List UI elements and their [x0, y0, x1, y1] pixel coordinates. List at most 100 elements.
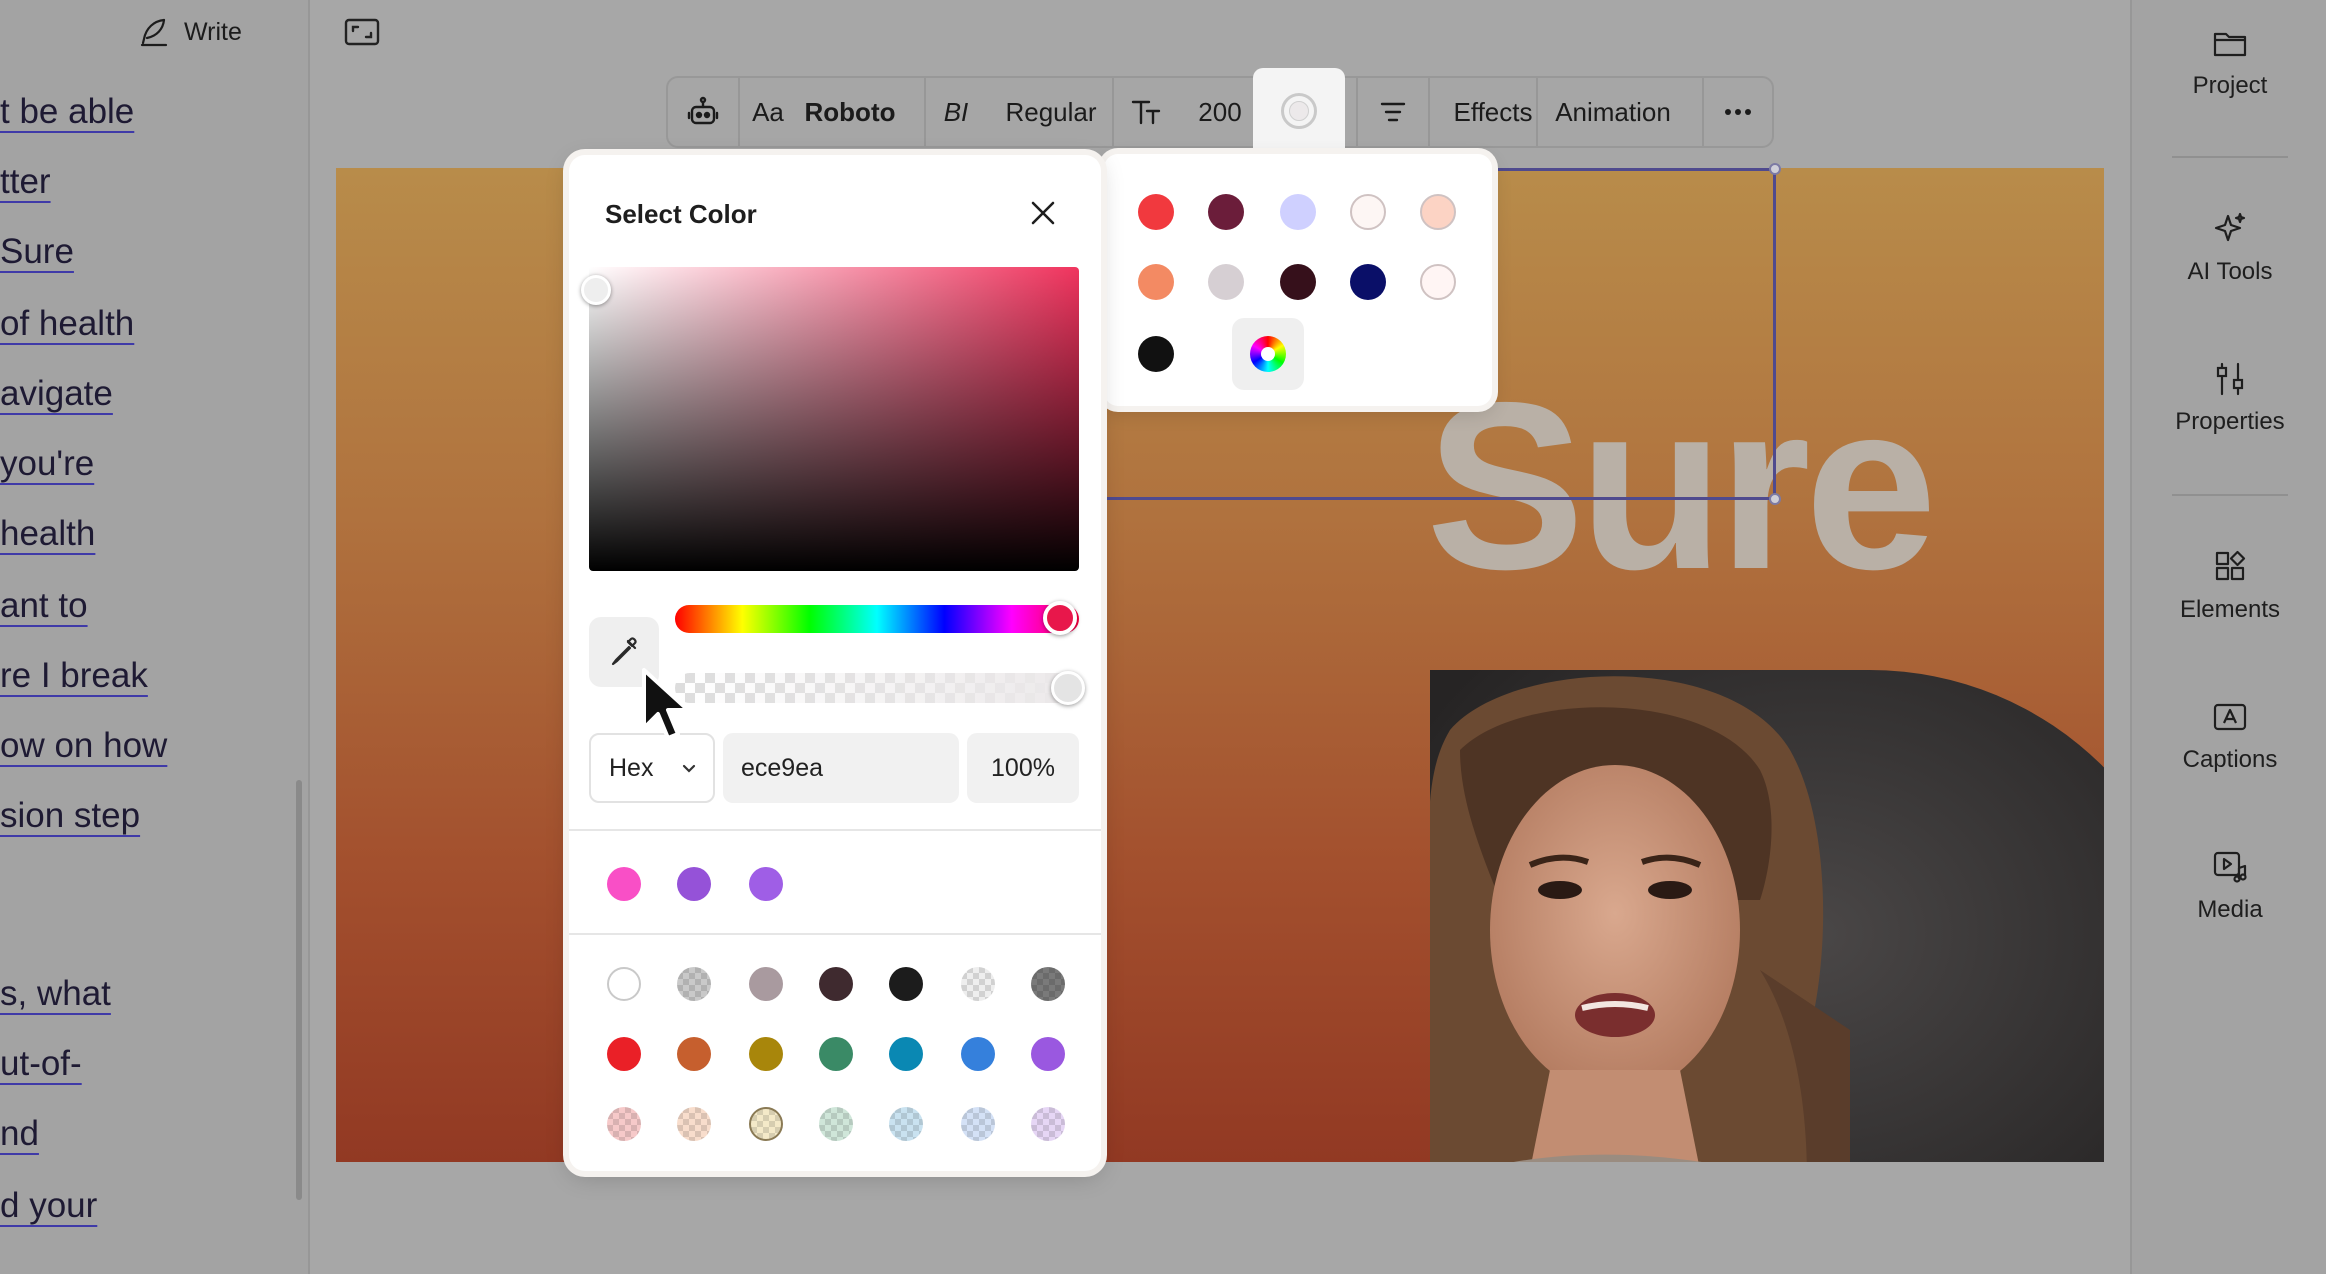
palette-swatch[interactable] [1031, 967, 1065, 1001]
transcript-line[interactable]: ant to [0, 586, 88, 626]
palette-swatch[interactable] [1031, 1037, 1065, 1071]
palette-swatch[interactable] [961, 1107, 995, 1141]
saturation-value-area[interactable] [589, 267, 1079, 571]
expand-icon[interactable] [344, 18, 380, 46]
transcript-line[interactable]: of health [0, 304, 134, 344]
saturation-value-handle[interactable] [581, 275, 611, 305]
quick-color-swatch[interactable] [1420, 264, 1456, 300]
opacity-input[interactable]: 100% [967, 733, 1079, 803]
divider [2172, 494, 2288, 496]
transcript-line[interactable]: s, what [0, 974, 111, 1014]
text-size-icon [1131, 100, 1161, 125]
resize-handle-bottom-right[interactable] [1769, 493, 1781, 505]
transcript-line[interactable]: you're [0, 444, 94, 484]
sparkle-icon [2214, 212, 2246, 242]
transcript-line[interactable]: ow on how [0, 726, 167, 766]
palette-swatch[interactable] [607, 1107, 641, 1141]
opacity-slider[interactable] [675, 673, 1079, 703]
quick-color-swatch[interactable] [1208, 264, 1244, 300]
quick-color-swatch[interactable] [1138, 194, 1174, 230]
shapes-icon [2215, 550, 2246, 581]
palette-swatch[interactable] [819, 1107, 853, 1141]
sidebar-item-project[interactable]: Project [2132, 24, 2326, 100]
font-family-select[interactable]: Roboto [796, 78, 904, 146]
text-color-button[interactable] [1253, 68, 1345, 154]
sliders-icon [2216, 362, 2244, 396]
recent-color-swatch[interactable] [677, 867, 711, 901]
animation-button[interactable]: Animation [1538, 78, 1688, 146]
palette-swatch[interactable] [677, 1107, 711, 1141]
recent-color-swatch[interactable] [607, 867, 641, 901]
bold-italic-icon-button[interactable]: BI [926, 78, 986, 146]
font-size-input[interactable]: 200 [1178, 78, 1262, 146]
transcript-line[interactable]: nd [0, 1114, 39, 1154]
palette-swatch[interactable] [961, 1037, 995, 1071]
palette-swatch[interactable] [677, 1037, 711, 1071]
font-weight-select[interactable]: Regular [986, 78, 1116, 146]
palette-swatch[interactable] [889, 1037, 923, 1071]
sidebar-item-properties[interactable]: Properties [2132, 360, 2326, 436]
quick-color-swatch[interactable] [1208, 194, 1244, 230]
text-size-icon-button[interactable] [1114, 78, 1178, 146]
palette-swatch[interactable] [749, 1107, 783, 1141]
hue-slider-handle[interactable] [1043, 601, 1077, 635]
quick-color-swatch[interactable] [1138, 264, 1174, 300]
speaker-portrait-image [1430, 670, 2104, 1162]
palette-swatch[interactable] [1031, 1107, 1065, 1141]
transcript-line[interactable]: health [0, 514, 95, 554]
transcript-line[interactable]: Sure [0, 232, 74, 272]
transcript-line[interactable]: tter [0, 162, 51, 202]
more-options-button[interactable] [1704, 78, 1772, 146]
write-button[interactable]: Write [136, 12, 242, 52]
palette-swatch[interactable] [749, 1037, 783, 1071]
palette-swatch[interactable] [607, 967, 641, 1001]
speaker-video-frame[interactable] [1430, 670, 2104, 1162]
font-family-label: Roboto [804, 96, 896, 127]
palette-swatch[interactable] [889, 967, 923, 1001]
custom-color-button[interactable] [1232, 318, 1304, 390]
hex-value-input[interactable]: ece9ea [723, 733, 959, 803]
close-icon[interactable] [1025, 195, 1061, 231]
quick-color-swatch[interactable] [1420, 194, 1456, 230]
opacity-slider-handle[interactable] [1051, 671, 1085, 705]
robot-icon [687, 96, 719, 125]
palette-swatch[interactable] [819, 1037, 853, 1071]
eyedropper-icon [611, 637, 637, 666]
opacity-value: 100% [991, 753, 1055, 782]
ai-robot-button[interactable] [668, 78, 738, 146]
transcript-scrollbar[interactable] [296, 780, 302, 1200]
font-icon-label: Aa [752, 96, 784, 127]
palette-swatch[interactable] [889, 1107, 923, 1141]
caption-icon [2213, 703, 2247, 731]
transcript-line[interactable]: ut-of- [0, 1044, 82, 1084]
sidebar-item-ai-tools[interactable]: AI Tools [2132, 210, 2326, 286]
quick-color-swatch[interactable] [1350, 264, 1386, 300]
resize-handle-top-right[interactable] [1769, 163, 1781, 175]
transcript-line[interactable]: t be able [0, 92, 134, 132]
quick-color-swatch[interactable] [1350, 194, 1386, 230]
animation-label: Animation [1555, 96, 1671, 127]
bold-italic-icon-label: BI [943, 96, 969, 127]
transcript-line[interactable]: sion step [0, 796, 140, 836]
transcript-line[interactable]: d your [0, 1186, 97, 1226]
divider [569, 829, 1101, 831]
transcript-line[interactable]: re I break [0, 656, 148, 696]
quick-color-swatch[interactable] [1138, 336, 1174, 372]
transcript-line[interactable]: avigate [0, 374, 113, 414]
palette-swatch[interactable] [749, 967, 783, 1001]
font-icon-button[interactable]: Aa [740, 78, 796, 146]
quick-color-swatch[interactable] [1280, 194, 1316, 230]
sidebar-item-label: Captions [2182, 746, 2278, 773]
palette-swatch[interactable] [607, 1037, 641, 1071]
align-button[interactable] [1358, 78, 1428, 146]
palette-swatch[interactable] [819, 967, 853, 1001]
recent-color-swatch[interactable] [749, 867, 783, 901]
sidebar-item-media[interactable]: Media [2132, 848, 2326, 924]
sidebar-item-elements[interactable]: Elements [2132, 548, 2326, 624]
palette-swatch[interactable] [961, 967, 995, 1001]
sidebar-item-captions[interactable]: Captions [2132, 698, 2326, 774]
write-label: Write [184, 17, 242, 46]
quick-color-swatch[interactable] [1280, 264, 1316, 300]
hue-slider[interactable] [675, 605, 1079, 633]
palette-swatch[interactable] [677, 967, 711, 1001]
